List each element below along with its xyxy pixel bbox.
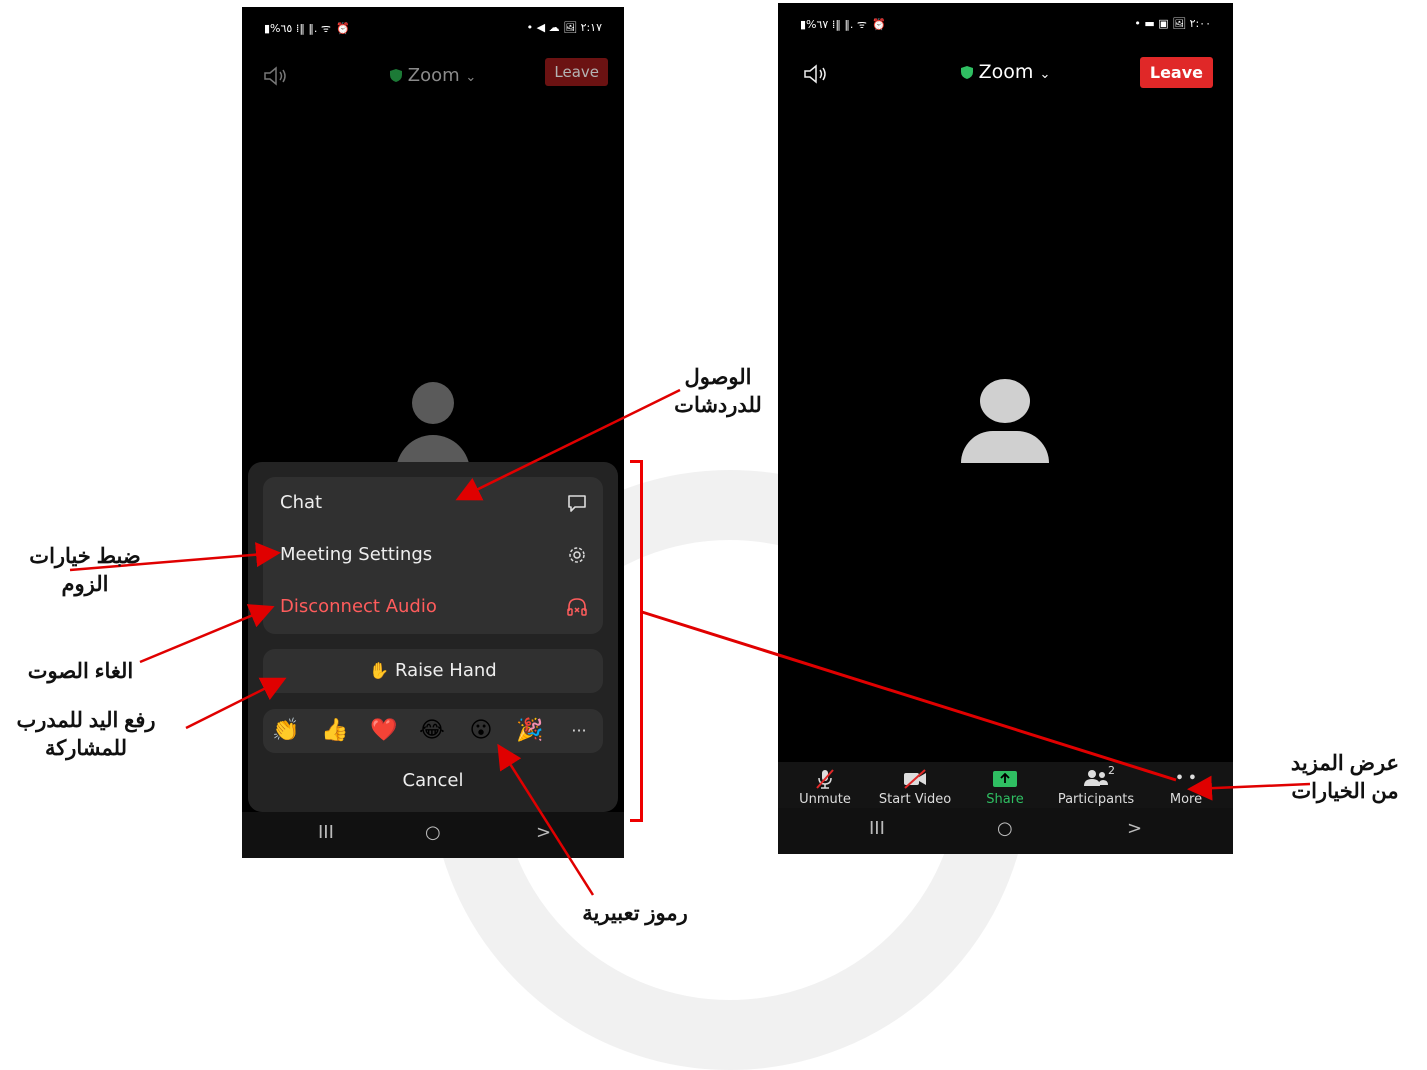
emoji-annotation: رموز تعبيرية <box>582 902 688 925</box>
bracket-to-more-line <box>641 610 1177 782</box>
raise-hand-annotation: رفع اليد للمدرب للمشاركة <box>16 709 156 760</box>
mute-annotation: الغاء الصوت <box>27 660 134 683</box>
annotation-arrows <box>69 388 1311 896</box>
disconnect-arrow <box>139 604 275 664</box>
chat-annotation: الوصول للدردشات <box>674 366 762 417</box>
raise-hand-arrow <box>185 677 287 730</box>
more-options-annotation: عرض المزيد من الخيارات <box>1290 752 1400 803</box>
settings-annotation: ضبط خيارات الزوم <box>29 545 141 596</box>
chat-arrow <box>455 388 681 501</box>
emoji-arrow <box>497 743 595 896</box>
